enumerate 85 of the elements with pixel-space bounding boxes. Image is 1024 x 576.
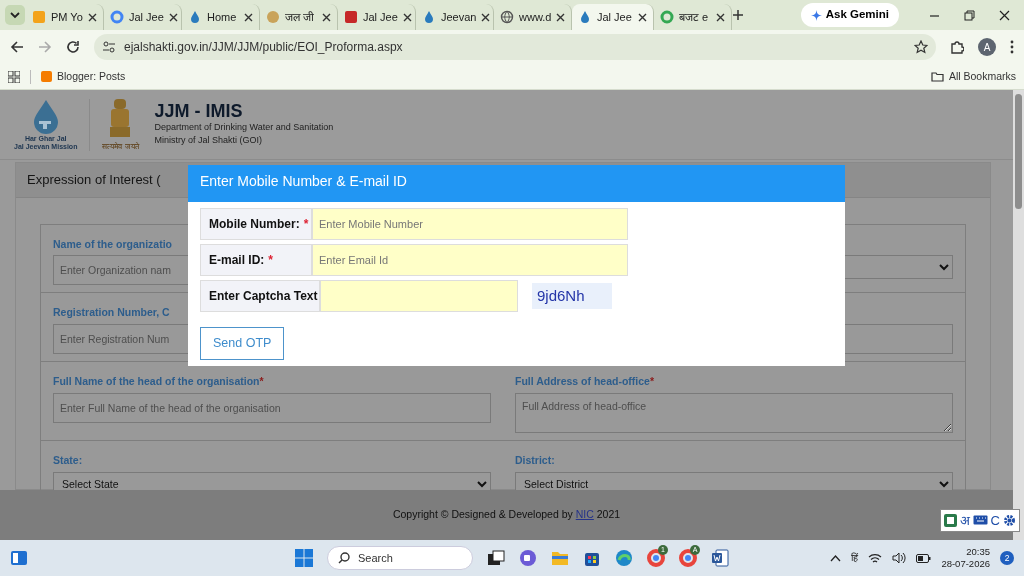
folder-icon[interactable]: [551, 550, 569, 566]
site-subtitle: Department of Drinking Water and Sanitation: [154, 121, 334, 135]
puzzle-icon[interactable]: [950, 40, 964, 54]
swirl-icon[interactable]: [615, 549, 633, 567]
text-field[interactable]: Enter Full Name of the head of the organisation: [53, 392, 491, 423]
bookmark-link[interactable]: Blogger: Posts: [41, 68, 126, 85]
site-title: JJM - IMIS: [154, 101, 244, 122]
close-icon[interactable]: [556, 12, 566, 22]
tab-list-icon[interactable]: [4, 4, 26, 26]
field-label: Full Name of the head of the organisation*: [53, 374, 264, 389]
scrollbar[interactable]: [1013, 90, 1024, 540]
task-view-icon[interactable]: [487, 550, 505, 566]
modal-title: Enter Mobile Number & E-mail ID: [188, 165, 845, 202]
close-icon[interactable]: [999, 9, 1010, 21]
field-label: Enter Captcha Text: [200, 280, 320, 312]
menu-icon[interactable]: [1010, 40, 1014, 54]
star-icon[interactable]: [914, 40, 928, 54]
site-subtitle: Ministry of Jal Shakti (GOI): [154, 134, 264, 148]
search-icon: [338, 552, 350, 564]
text-area[interactable]: Full Address of head-office: [515, 392, 953, 433]
captcha-field[interactable]: [320, 280, 518, 312]
keyboard-icon[interactable]: [972, 515, 988, 526]
apps-grid-icon[interactable]: [8, 70, 20, 83]
clock-time[interactable]: 20:35: [966, 546, 990, 558]
wifi-icon[interactable]: [868, 552, 883, 564]
close-icon[interactable]: [402, 12, 412, 22]
field-label: Name of the organizatio: [53, 236, 172, 252]
scrollbar-thumb[interactable]: [1015, 94, 1022, 209]
chevron-up-icon[interactable]: [830, 554, 842, 562]
field-label: District:: [515, 452, 555, 468]
square-icon[interactable]: [943, 513, 957, 527]
language-letter[interactable]: C: [990, 510, 1000, 530]
drop-icon: [578, 10, 592, 24]
forward-icon: [38, 40, 52, 54]
globe-icon: [500, 10, 514, 24]
speaker-icon[interactable]: [892, 552, 907, 564]
close-icon[interactable]: [168, 12, 178, 22]
search-field[interactable]: Search: [327, 546, 473, 570]
dropdown[interactable]: Select State: [53, 471, 491, 490]
close-icon[interactable]: [322, 12, 331, 22]
close-icon[interactable]: [244, 12, 253, 22]
circle-icon: [266, 10, 280, 24]
battery-icon[interactable]: [916, 553, 932, 563]
square-icon: [41, 71, 52, 82]
plus-icon[interactable]: [732, 9, 744, 21]
profile-button[interactable]: A: [978, 38, 996, 56]
widgets-icon[interactable]: [10, 550, 28, 566]
close-icon[interactable]: [481, 12, 491, 22]
reload-icon[interactable]: [66, 40, 80, 54]
language-indicator[interactable]: हिं: [851, 550, 859, 566]
field-label: Full Address of head-office*: [515, 374, 655, 389]
ring-icon: [110, 10, 124, 24]
document-icon[interactable]: [711, 549, 729, 567]
close-icon[interactable]: [88, 12, 97, 22]
square-icon: [344, 10, 358, 24]
square-icon: [32, 10, 46, 24]
chat-icon[interactable]: [519, 549, 537, 567]
folder-icon: [930, 71, 944, 82]
copyright-text: Copyright © Designed & Developed by NIC 2021: [392, 507, 621, 523]
clock-date[interactable]: 28-07-2026: [941, 558, 990, 570]
field-label: Registration Number, C: [53, 305, 170, 321]
ring-icon[interactable]: [647, 549, 665, 567]
field-label: Mobile Number: *: [200, 208, 312, 240]
restore-icon[interactable]: [964, 9, 975, 21]
close-icon[interactable]: [638, 12, 647, 22]
captcha-image: 9jd6Nh: [532, 282, 612, 310]
drop-icon: [422, 10, 436, 24]
back-icon[interactable]: [10, 40, 24, 54]
sparkle-icon: [810, 9, 822, 21]
close-icon[interactable]: [716, 12, 725, 22]
ring-icon[interactable]: [679, 549, 697, 567]
send-otp-button[interactable]: Send OTP: [200, 327, 285, 360]
site-settings-icon[interactable]: [102, 41, 116, 53]
all-bookmarks-button[interactable]: All Bookmarks: [930, 68, 1016, 85]
ring-icon: [660, 10, 674, 24]
gear-icon[interactable]: [1003, 513, 1016, 527]
field-label: State:: [53, 452, 83, 468]
dropdown[interactable]: Select District: [515, 471, 953, 490]
address-bar[interactable]: ejalshakti.gov.in/JJM/JJM/public/EOI_Proforma.aspx: [94, 34, 936, 60]
notification-badge[interactable]: 2: [1000, 551, 1014, 565]
field-label: E-mail ID: *: [200, 244, 312, 276]
gemini-button[interactable]: Ask Gemini: [800, 3, 899, 27]
drop-icon: [188, 10, 202, 24]
browser-tab[interactable]: Jal Jee: [572, 4, 654, 30]
language-letter[interactable]: अ: [959, 510, 970, 530]
